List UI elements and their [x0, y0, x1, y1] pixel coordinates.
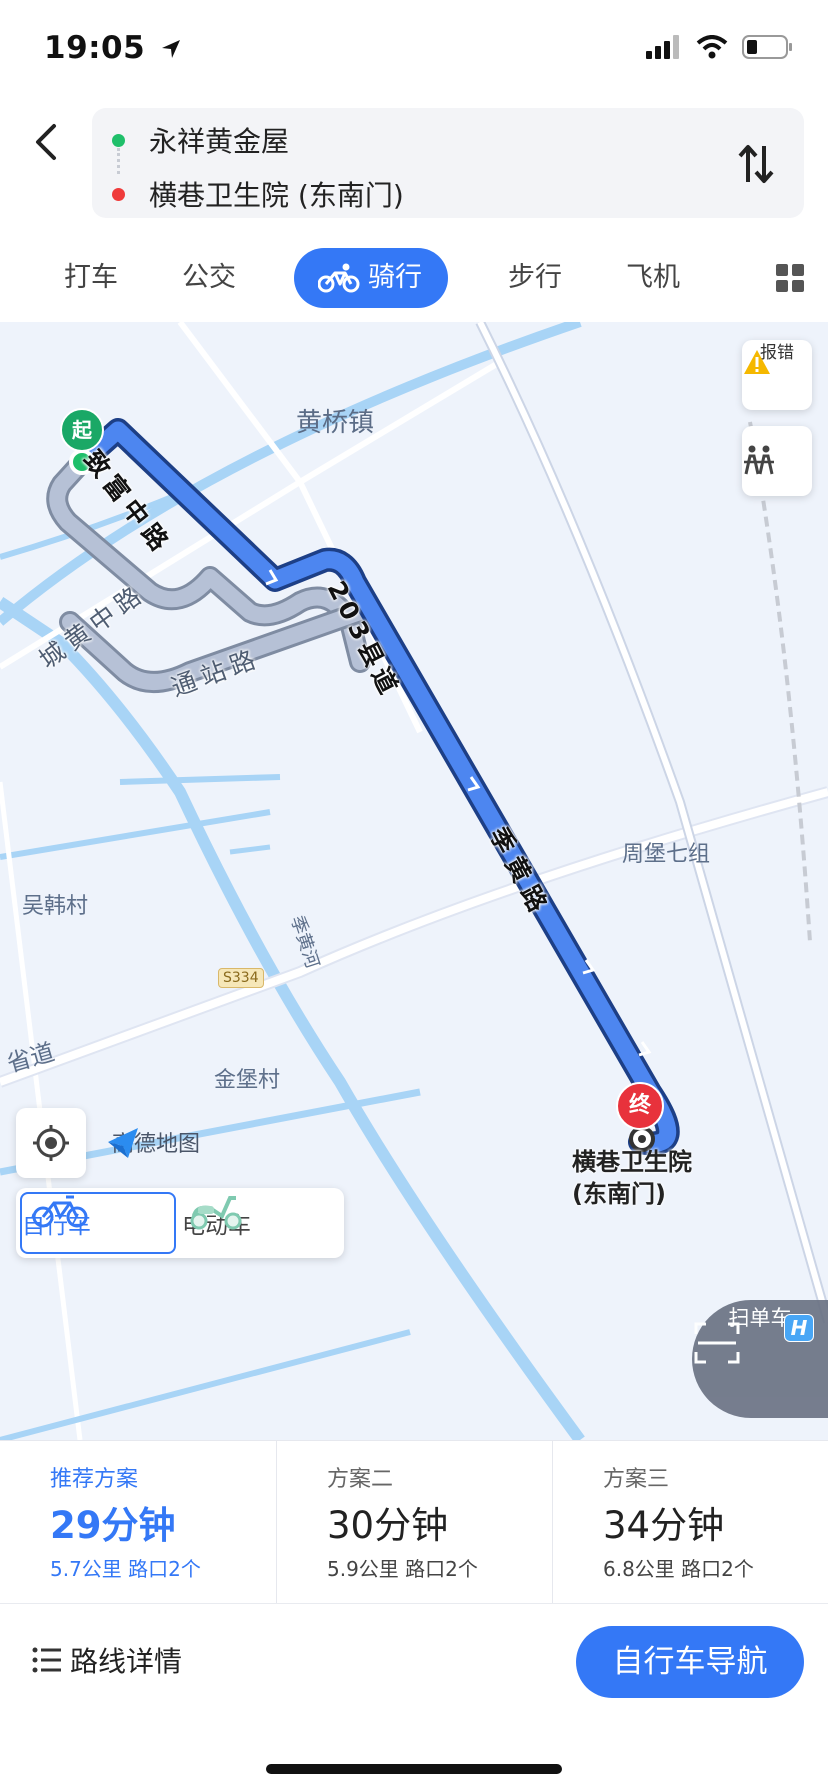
- plan-title: 推荐方案: [50, 1467, 139, 1492]
- highway-badge: S334: [218, 968, 264, 988]
- amap-logo-icon: [108, 1128, 138, 1158]
- tab-flight[interactable]: 飞机: [626, 248, 680, 308]
- warning-icon: [744, 350, 770, 374]
- tab-cycling[interactable]: 骑行: [294, 248, 448, 308]
- list-icon: [32, 1647, 61, 1673]
- plan-title: 方案二: [327, 1467, 394, 1492]
- crosshair-icon: [33, 1125, 69, 1161]
- end-location-text: 横巷卫生院 (东南门): [149, 179, 404, 212]
- home-indicator: [266, 1764, 562, 1774]
- place-label-village-1: 吴韩村: [22, 894, 89, 919]
- start-dot-icon: [112, 133, 125, 147]
- vehicle-option-ebike[interactable]: 电动车: [182, 1192, 338, 1254]
- locate-me-button[interactable]: [16, 1108, 86, 1178]
- tab-bus[interactable]: 公交: [182, 248, 236, 308]
- clock-text: 19:05: [44, 30, 146, 66]
- plan-meta: 5.7公里 路口2个: [50, 1557, 201, 1581]
- status-icons: [646, 34, 794, 60]
- place-label-town: 黄桥镇: [296, 408, 375, 438]
- vehicle-type-selector: 自行车 电动车: [16, 1188, 344, 1258]
- scan-bike-button[interactable]: H 扫单车: [692, 1300, 828, 1418]
- bicycle-icon: [318, 263, 360, 293]
- cellular-signal-icon: [646, 35, 679, 59]
- plan-option-2[interactable]: 方案二 30分钟 5.9公里 路口2个: [276, 1441, 553, 1603]
- route-input-box: 永祥黄金屋 横巷卫生院 (东南门): [92, 108, 804, 218]
- report-error-button[interactable]: 报错: [742, 340, 812, 410]
- wifi-icon: [696, 35, 728, 59]
- destination-line-2: (东南门): [572, 1180, 666, 1208]
- scan-icon: [694, 1322, 740, 1364]
- status-time: 19:05: [44, 30, 182, 66]
- chevron-left-icon: [36, 124, 56, 160]
- tab-taxi[interactable]: 打车: [64, 248, 118, 308]
- route-plans: 推荐方案 29分钟 5.7公里 路口2个 方案二 30分钟 5.9公里 路口2个…: [0, 1440, 828, 1604]
- bike-navigation-button[interactable]: 自行车导航: [576, 1626, 804, 1698]
- plan-title: 方案三: [603, 1467, 670, 1492]
- bicycle-icon: [32, 1195, 88, 1228]
- location-arrow-icon: [162, 40, 181, 58]
- route-details-label: 路线详情: [70, 1645, 183, 1678]
- plan-duration: 34分钟: [603, 1504, 725, 1547]
- map-view[interactable]: 黄桥镇 周堡七组 吴韩村 金堡村 季黄河 S334 省道 致富中路 203县道 …: [0, 322, 828, 1440]
- route-connector: [117, 148, 123, 174]
- scooter-icon: [190, 1196, 242, 1230]
- plan-meta: 5.9公里 路口2个: [327, 1557, 478, 1581]
- swap-arrows-icon: [738, 145, 774, 183]
- end-location-field[interactable]: 横巷卫生院 (东南门): [92, 174, 404, 214]
- map-logo: 高德地图: [106, 1126, 200, 1158]
- more-modes-grid-icon[interactable]: [776, 264, 804, 292]
- plan-option-3[interactable]: 方案三 34分钟 6.8公里 路口2个: [552, 1441, 828, 1603]
- destination-label: 横巷卫生院 (东南门): [572, 1146, 692, 1210]
- tab-walk[interactable]: 步行: [508, 248, 562, 308]
- route-details-button[interactable]: 路线详情: [32, 1640, 182, 1680]
- plan-option-1[interactable]: 推荐方案 29分钟 5.7公里 路口2个: [0, 1441, 276, 1603]
- tab-cycling-label: 骑行: [368, 262, 422, 293]
- street-view-button[interactable]: [742, 426, 812, 496]
- people-icon: [744, 445, 774, 475]
- destination-line-1: 横巷卫生院: [572, 1148, 692, 1176]
- plan-duration: 29分钟: [50, 1504, 176, 1547]
- start-location-text: 永祥黄金屋: [149, 125, 290, 158]
- swap-route-button[interactable]: [736, 142, 776, 186]
- place-label-group: 周堡七组: [622, 842, 711, 867]
- back-button[interactable]: [24, 116, 68, 168]
- end-pin: 终: [616, 1082, 664, 1130]
- plan-duration: 30分钟: [327, 1504, 449, 1547]
- place-label-village-2: 金堡村: [214, 1068, 281, 1093]
- hello-bike-icon: H: [784, 1314, 814, 1342]
- travel-mode-tabs: 打车 公交 骑行 步行 飞机: [0, 248, 828, 308]
- start-pin: 起: [60, 408, 104, 452]
- plan-meta: 6.8公里 路口2个: [603, 1557, 754, 1581]
- battery-icon: [742, 35, 792, 59]
- end-dot-icon: [112, 187, 125, 201]
- vehicle-option-bike[interactable]: 自行车: [20, 1192, 176, 1254]
